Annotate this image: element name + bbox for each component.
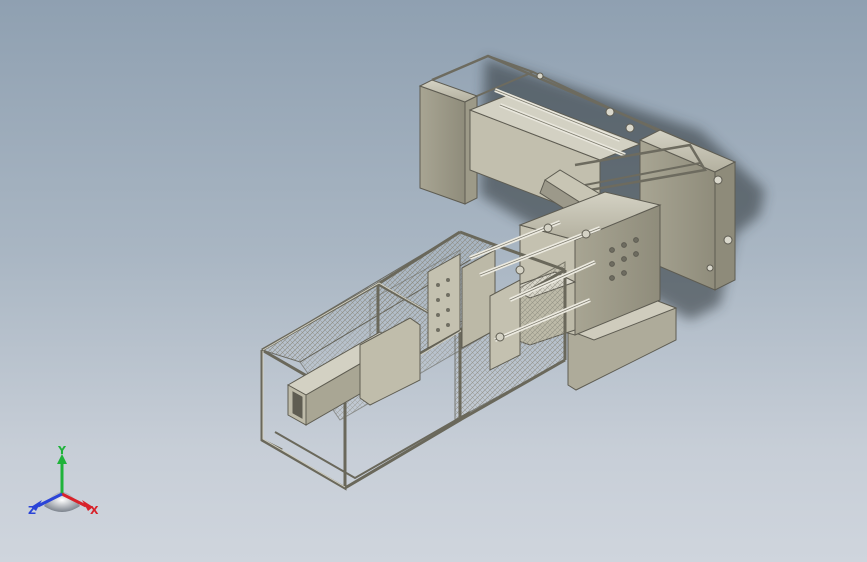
coordinate-triad: Y X Z — [22, 444, 104, 520]
x-axis-label: X — [90, 504, 99, 517]
z-axis-label: Z — [28, 504, 36, 517]
graphics-viewport[interactable]: Y X Z — [0, 0, 867, 562]
machine-assembly-model[interactable] — [0, 0, 867, 562]
y-axis-label: Y — [58, 444, 66, 457]
